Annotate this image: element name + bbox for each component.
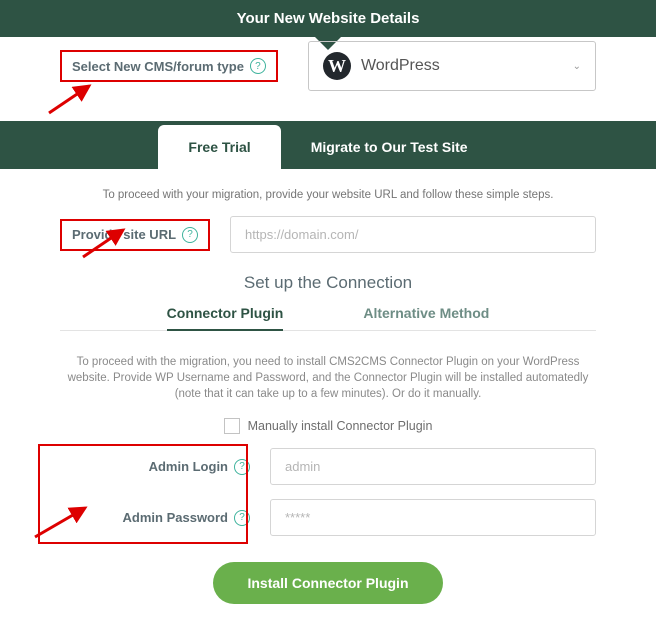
help-icon[interactable]: ? bbox=[250, 58, 266, 74]
tab-connector-plugin[interactable]: Connector Plugin bbox=[167, 305, 284, 331]
tab-migrate-label: Migrate to Our Test Site bbox=[311, 139, 468, 155]
admin-password-input[interactable] bbox=[270, 499, 596, 536]
tab-free-trial-label: Free Trial bbox=[188, 139, 250, 155]
tab-connector-label: Connector Plugin bbox=[167, 305, 284, 321]
tab-migrate-test[interactable]: Migrate to Our Test Site bbox=[281, 125, 498, 169]
help-icon[interactable]: ? bbox=[182, 227, 198, 243]
chevron-down-icon: ⌄ bbox=[573, 61, 581, 72]
install-connector-button[interactable]: Install Connector Plugin bbox=[213, 562, 442, 604]
wordpress-icon: W bbox=[323, 52, 351, 80]
method-tabs: Connector Plugin Alternative Method bbox=[0, 305, 656, 339]
connector-description: To proceed with the migration, you need … bbox=[0, 340, 656, 418]
cms-selected-value: WordPress bbox=[361, 57, 440, 75]
trial-tabbar: Free Trial Migrate to Our Test Site bbox=[0, 121, 656, 169]
site-url-input[interactable] bbox=[230, 216, 596, 253]
tab-alternative-method[interactable]: Alternative Method bbox=[363, 305, 489, 331]
annotation-arrow-icon bbox=[30, 502, 100, 542]
intro-text: To proceed with your migration, provide … bbox=[0, 169, 656, 216]
annotation-arrow-icon bbox=[78, 222, 138, 262]
manual-install-label: Manually install Connector Plugin bbox=[248, 419, 433, 433]
annotation-arrow-icon bbox=[44, 78, 104, 118]
install-button-label: Install Connector Plugin bbox=[247, 575, 408, 591]
tab-alternative-label: Alternative Method bbox=[363, 305, 489, 321]
header-title: Your New Website Details bbox=[237, 10, 420, 27]
page-header: Your New Website Details bbox=[0, 0, 656, 37]
admin-login-input[interactable] bbox=[270, 448, 596, 485]
tab-free-trial[interactable]: Free Trial bbox=[158, 125, 280, 169]
cms-select[interactable]: W WordPress ⌄ bbox=[308, 41, 596, 91]
manual-install-checkbox[interactable] bbox=[224, 418, 240, 434]
cms-label: Select New CMS/forum type bbox=[72, 59, 244, 74]
